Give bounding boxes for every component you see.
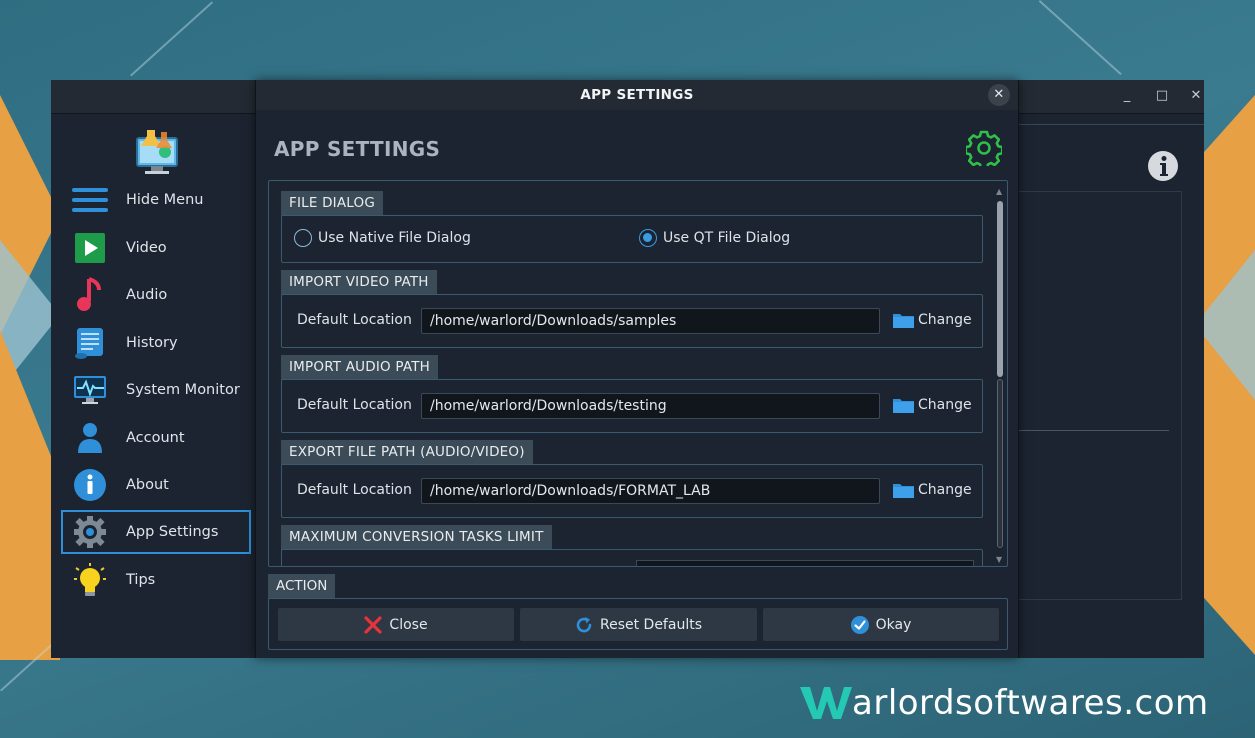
minimize-button[interactable]: _ [1117,86,1137,106]
sidebar-item-history[interactable]: History [63,321,251,365]
sidebar: Hide Menu Video Audio History System Mon… [51,114,256,658]
sidebar-item-app-settings[interactable]: App Settings [61,510,251,554]
sidebar-item-label: Hide Menu [126,192,204,208]
change-label: Change [918,312,972,328]
action-group: Close Reset Defaults Okay [268,598,1008,650]
change-label: Change [918,482,972,498]
scroll-up-arrow[interactable]: ▲ [996,187,1002,196]
sidebar-item-system-monitor[interactable]: System Monitor [63,368,251,412]
scrollbar-thumb[interactable] [997,201,1003,377]
import-audio-path-field[interactable]: /home/warlord/Downloads/testing [421,393,880,419]
sidebar-item-label: About [126,477,169,493]
import-video-group: Default Location /home/warlord/Downloads… [281,294,983,348]
radio-indicator-selected [639,229,657,247]
app-logo-icon [136,130,178,174]
app-settings-dialog: APP SETTINGS ✕ APP SETTINGS FILE DIALOG … [255,80,1019,658]
watermark-logo [800,687,852,719]
export-path-field[interactable]: /home/warlord/Downloads/FORMAT_LAB [421,478,880,504]
folder-icon [893,314,914,328]
history-scroll-icon [71,324,109,362]
radio-qt-file-dialog[interactable]: Use QT File Dialog [639,229,790,247]
check-circle-icon [850,615,869,634]
sidebar-item-tips[interactable]: Tips [63,558,251,602]
sidebar-item-video[interactable]: Video [63,226,251,270]
import-audio-change-button[interactable]: Change [893,397,972,413]
group-title-import-audio: IMPORT AUDIO PATH [281,355,439,380]
radio-label: Use QT File Dialog [663,230,791,246]
okay-button[interactable]: Okay [763,608,999,641]
close-x-icon [364,615,383,634]
scroll-down-arrow[interactable]: ▼ [996,555,1002,564]
user-icon [71,419,109,457]
import-video-path-field[interactable]: /home/warlord/Downloads/samples [421,308,880,334]
default-location-label: Default Location [297,397,412,413]
reset-button-label: Reset Defaults [599,616,702,633]
group-title-file-dialog: FILE DIALOG [281,191,384,216]
radio-native-file-dialog[interactable]: Use Native File Dialog [294,229,471,247]
import-video-change-button[interactable]: Change [893,312,972,328]
sidebar-item-account[interactable]: Account [63,416,251,460]
default-location-label: Default Location [297,482,412,498]
sidebar-item-label: Audio [126,287,168,303]
dialog-close-button[interactable]: ✕ [988,84,1010,106]
refresh-icon [576,616,592,632]
dialog-title: APP SETTINGS [580,87,694,103]
video-play-icon [71,229,109,267]
sidebar-item-audio[interactable]: Audio [63,273,251,317]
right-content-frame [1019,191,1182,600]
export-path-change-button[interactable]: Change [893,482,972,498]
divider [1019,430,1169,431]
sidebar-item-label: Account [126,430,185,446]
group-title-max-tasks: MAXIMUM CONVERSION TASKS LIMIT [281,525,552,550]
okay-button-label: Okay [875,616,912,633]
radio-indicator [294,229,312,247]
export-path-group: Default Location /home/warlord/Downloads… [281,464,983,518]
group-title-action: ACTION [268,574,336,599]
sidebar-item-label: System Monitor [126,382,240,398]
settings-gear-icon [966,130,1002,166]
folder-icon [893,484,914,498]
import-audio-group: Default Location /home/warlord/Downloads… [281,379,983,433]
default-location-label: Default Location [297,312,412,328]
dialog-titlebar: APP SETTINGS ✕ [256,80,1018,110]
info-icon[interactable] [1147,150,1179,182]
info-icon [71,466,109,504]
sidebar-item-label: Tips [126,572,156,588]
reset-defaults-button[interactable]: Reset Defaults [520,608,757,641]
sidebar-item-label: Video [126,240,167,256]
settings-scroll-area[interactable]: FILE DIALOG Use Native File Dialog Use Q… [268,180,1008,567]
max-tasks-group [281,549,983,566]
vertical-scrollbar[interactable]: ▲ ▼ [995,187,1005,564]
scrollbar-track[interactable] [997,379,1003,548]
close-button-label: Close [389,616,428,633]
watermark-text: arlordsoftwares.com [852,683,1209,723]
window-close-button[interactable]: ✕ [1186,86,1206,106]
sidebar-item-about[interactable]: About [63,463,251,507]
close-button[interactable]: Close [278,608,514,641]
lightbulb-icon [71,561,109,599]
gear-icon [71,513,109,551]
system-monitor-icon [71,371,109,409]
maximize-button[interactable]: □ [1152,86,1172,106]
radio-label: Use Native File Dialog [318,230,471,246]
max-tasks-spinbox[interactable] [636,560,974,566]
folder-icon [893,399,914,413]
watermark: arlordsoftwares.com [800,683,1209,723]
sidebar-item-hide-menu[interactable]: Hide Menu [63,178,251,222]
sidebar-item-label: History [126,335,178,351]
group-title-import-video: IMPORT VIDEO PATH [281,270,437,295]
file-dialog-group: Use Native File Dialog Use QT File Dialo… [281,215,983,263]
hamburger-menu-icon [71,181,109,219]
group-title-export-path: EXPORT FILE PATH (AUDIO/VIDEO) [281,440,533,465]
sidebar-item-label: App Settings [126,524,219,540]
change-label: Change [918,397,972,413]
music-note-icon [71,276,109,314]
page-title: APP SETTINGS [274,137,441,161]
